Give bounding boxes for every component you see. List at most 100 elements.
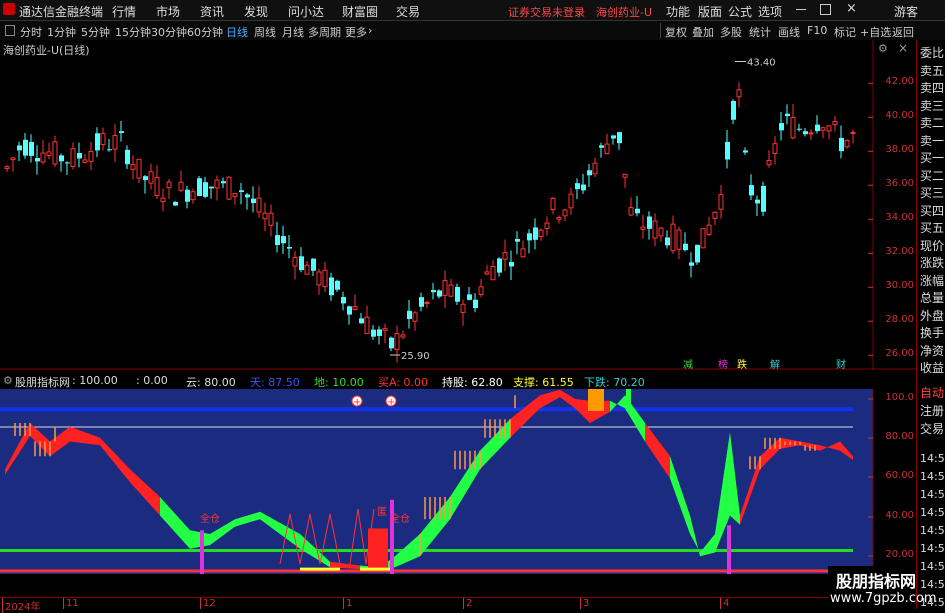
event-marker: 榜: [718, 358, 728, 370]
watermark: 股朋指标网 www.7gpzb.com: [828, 566, 937, 609]
candle-body: [148, 171, 154, 184]
menu-item-ask[interactable]: 问小达: [288, 3, 324, 20]
candle-body: [359, 318, 364, 324]
toolbar-back[interactable]: 返回: [892, 24, 914, 40]
candle-body: [143, 176, 148, 181]
toolbar-overlay[interactable]: 叠加: [692, 24, 714, 40]
menu-item-trade[interactable]: 交易: [396, 3, 420, 20]
candle-body: [292, 256, 298, 267]
candle-body: [587, 170, 592, 176]
period-tab-multi[interactable]: 多周期: [308, 24, 341, 40]
period-tab-60min[interactable]: 60分钟: [187, 24, 223, 40]
menu-item-quotes[interactable]: 行情: [112, 3, 136, 20]
menu-item-function[interactable]: 功能: [666, 3, 690, 20]
indicator-name[interactable]: 股朋指标网: [15, 374, 70, 390]
toolbar-fuquan[interactable]: 复权: [665, 24, 687, 40]
candle-body: [389, 337, 394, 349]
candle-body: [622, 173, 628, 178]
candle-body: [160, 197, 166, 203]
toolbar-f10[interactable]: F10: [807, 24, 827, 37]
close-icon[interactable]: ×: [846, 1, 857, 16]
menu-item-discover[interactable]: 发现: [244, 3, 268, 20]
date-axis-label: 1: [343, 598, 352, 609]
candle-body: [808, 132, 814, 135]
toolbar-stats[interactable]: 统计: [749, 24, 771, 40]
candle-body: [647, 216, 652, 229]
indicator-value: 下跌: 70.20: [584, 376, 645, 389]
candlestick-chart[interactable]: 43.40 25.90 减 榜跌 解 财: [0, 40, 916, 370]
toolbar-icon[interactable]: [5, 25, 15, 36]
candle-body: [341, 297, 346, 304]
quote-field-label: 涨跌: [920, 256, 945, 270]
period-tab-more[interactable]: 更多: [345, 24, 367, 40]
period-tab-weekly[interactable]: 周线: [254, 24, 276, 40]
toolbar-multistock[interactable]: 多股: [720, 24, 742, 40]
period-tab-timeshare[interactable]: 分时: [20, 24, 42, 40]
candle-body: [352, 306, 358, 310]
menu-item-wealth[interactable]: 财富圈: [342, 3, 378, 20]
period-tab-30min[interactable]: 30分钟: [151, 24, 187, 40]
toolbar-draw[interactable]: 画线: [778, 24, 800, 40]
candle-body: [394, 332, 400, 351]
candle-body: [377, 329, 382, 336]
candle-body: [467, 294, 472, 300]
candle-body: [581, 184, 586, 191]
candle-body: [460, 303, 466, 313]
candle-body: [568, 193, 574, 209]
menu-item-layout[interactable]: 版面: [698, 3, 722, 20]
candle-body: [52, 141, 58, 165]
period-tab-5min[interactable]: 5分钟: [81, 24, 110, 40]
candle-body: [268, 212, 274, 226]
period-tab-monthly[interactable]: 月线: [282, 24, 304, 40]
period-toolbar: 分时 1分钟 5分钟 15分钟 30分钟 60分钟 日线 周线 月线 多周期 更…: [0, 21, 945, 41]
candle-body: [88, 150, 94, 162]
indicator-value: : 0.00: [136, 374, 168, 387]
panel-action-label[interactable]: 自动: [920, 384, 944, 401]
toolbar-add-watchlist[interactable]: +自选: [860, 24, 891, 40]
quote-field-label: 换手: [920, 326, 945, 340]
volume-block: [368, 528, 388, 571]
candle-body: [431, 289, 436, 293]
candle-body: [556, 217, 562, 220]
maximize-icon[interactable]: [820, 4, 831, 15]
menu-item-options[interactable]: 选项: [758, 3, 782, 20]
minimize-icon[interactable]: [796, 9, 806, 10]
period-tab-15min[interactable]: 15分钟: [115, 24, 151, 40]
menu-item-market[interactable]: 市场: [156, 3, 180, 20]
trade-time: 14:50: [920, 542, 945, 555]
price-tick-label: 26.00: [885, 348, 914, 360]
indicator-value: 云: 80.00: [186, 376, 236, 389]
candle-body: [550, 197, 556, 211]
price-tick-label: 38.00: [885, 144, 914, 156]
indicator-settings-icon[interactable]: ⚙: [3, 374, 13, 387]
guest-label[interactable]: 游客: [894, 3, 918, 20]
date-axis: 2024年 11 12 1 2 3 4: [0, 597, 916, 613]
candle-body: [316, 271, 322, 286]
candle-body: [527, 233, 532, 241]
menu-item-formula[interactable]: 公式: [728, 3, 752, 20]
top-block: [588, 389, 604, 411]
candle-body: [29, 141, 34, 156]
indicator-panel[interactable]: +++全仓匿全仓: [0, 389, 916, 597]
candle-body: [173, 201, 178, 206]
candle-body: [640, 226, 646, 230]
period-tab-daily[interactable]: 日线: [226, 24, 248, 40]
period-tab-1min[interactable]: 1分钟: [47, 24, 76, 40]
candle-body: [226, 176, 232, 200]
indicator-value: : 100.00: [72, 374, 118, 387]
buy-plus-glyph: +: [387, 397, 395, 408]
event-marker: 跌: [737, 358, 747, 370]
candle-body: [839, 137, 844, 152]
menu-item-news[interactable]: 资讯: [200, 3, 224, 20]
indicator-tick-label: 20.00: [885, 549, 914, 560]
quote-field-label: 总量: [920, 291, 945, 305]
toolbar-mark[interactable]: 标记: [834, 24, 856, 40]
candle-body: [190, 191, 196, 201]
candle-body: [70, 148, 76, 167]
candle-body: [797, 128, 802, 130]
panel-action-label[interactable]: 注册: [920, 402, 944, 419]
panel-action-label[interactable]: 交易: [920, 420, 944, 437]
login-notice[interactable]: 证券交易未登录: [508, 4, 585, 20]
candle-body: [437, 290, 442, 297]
candle-body: [329, 277, 334, 296]
